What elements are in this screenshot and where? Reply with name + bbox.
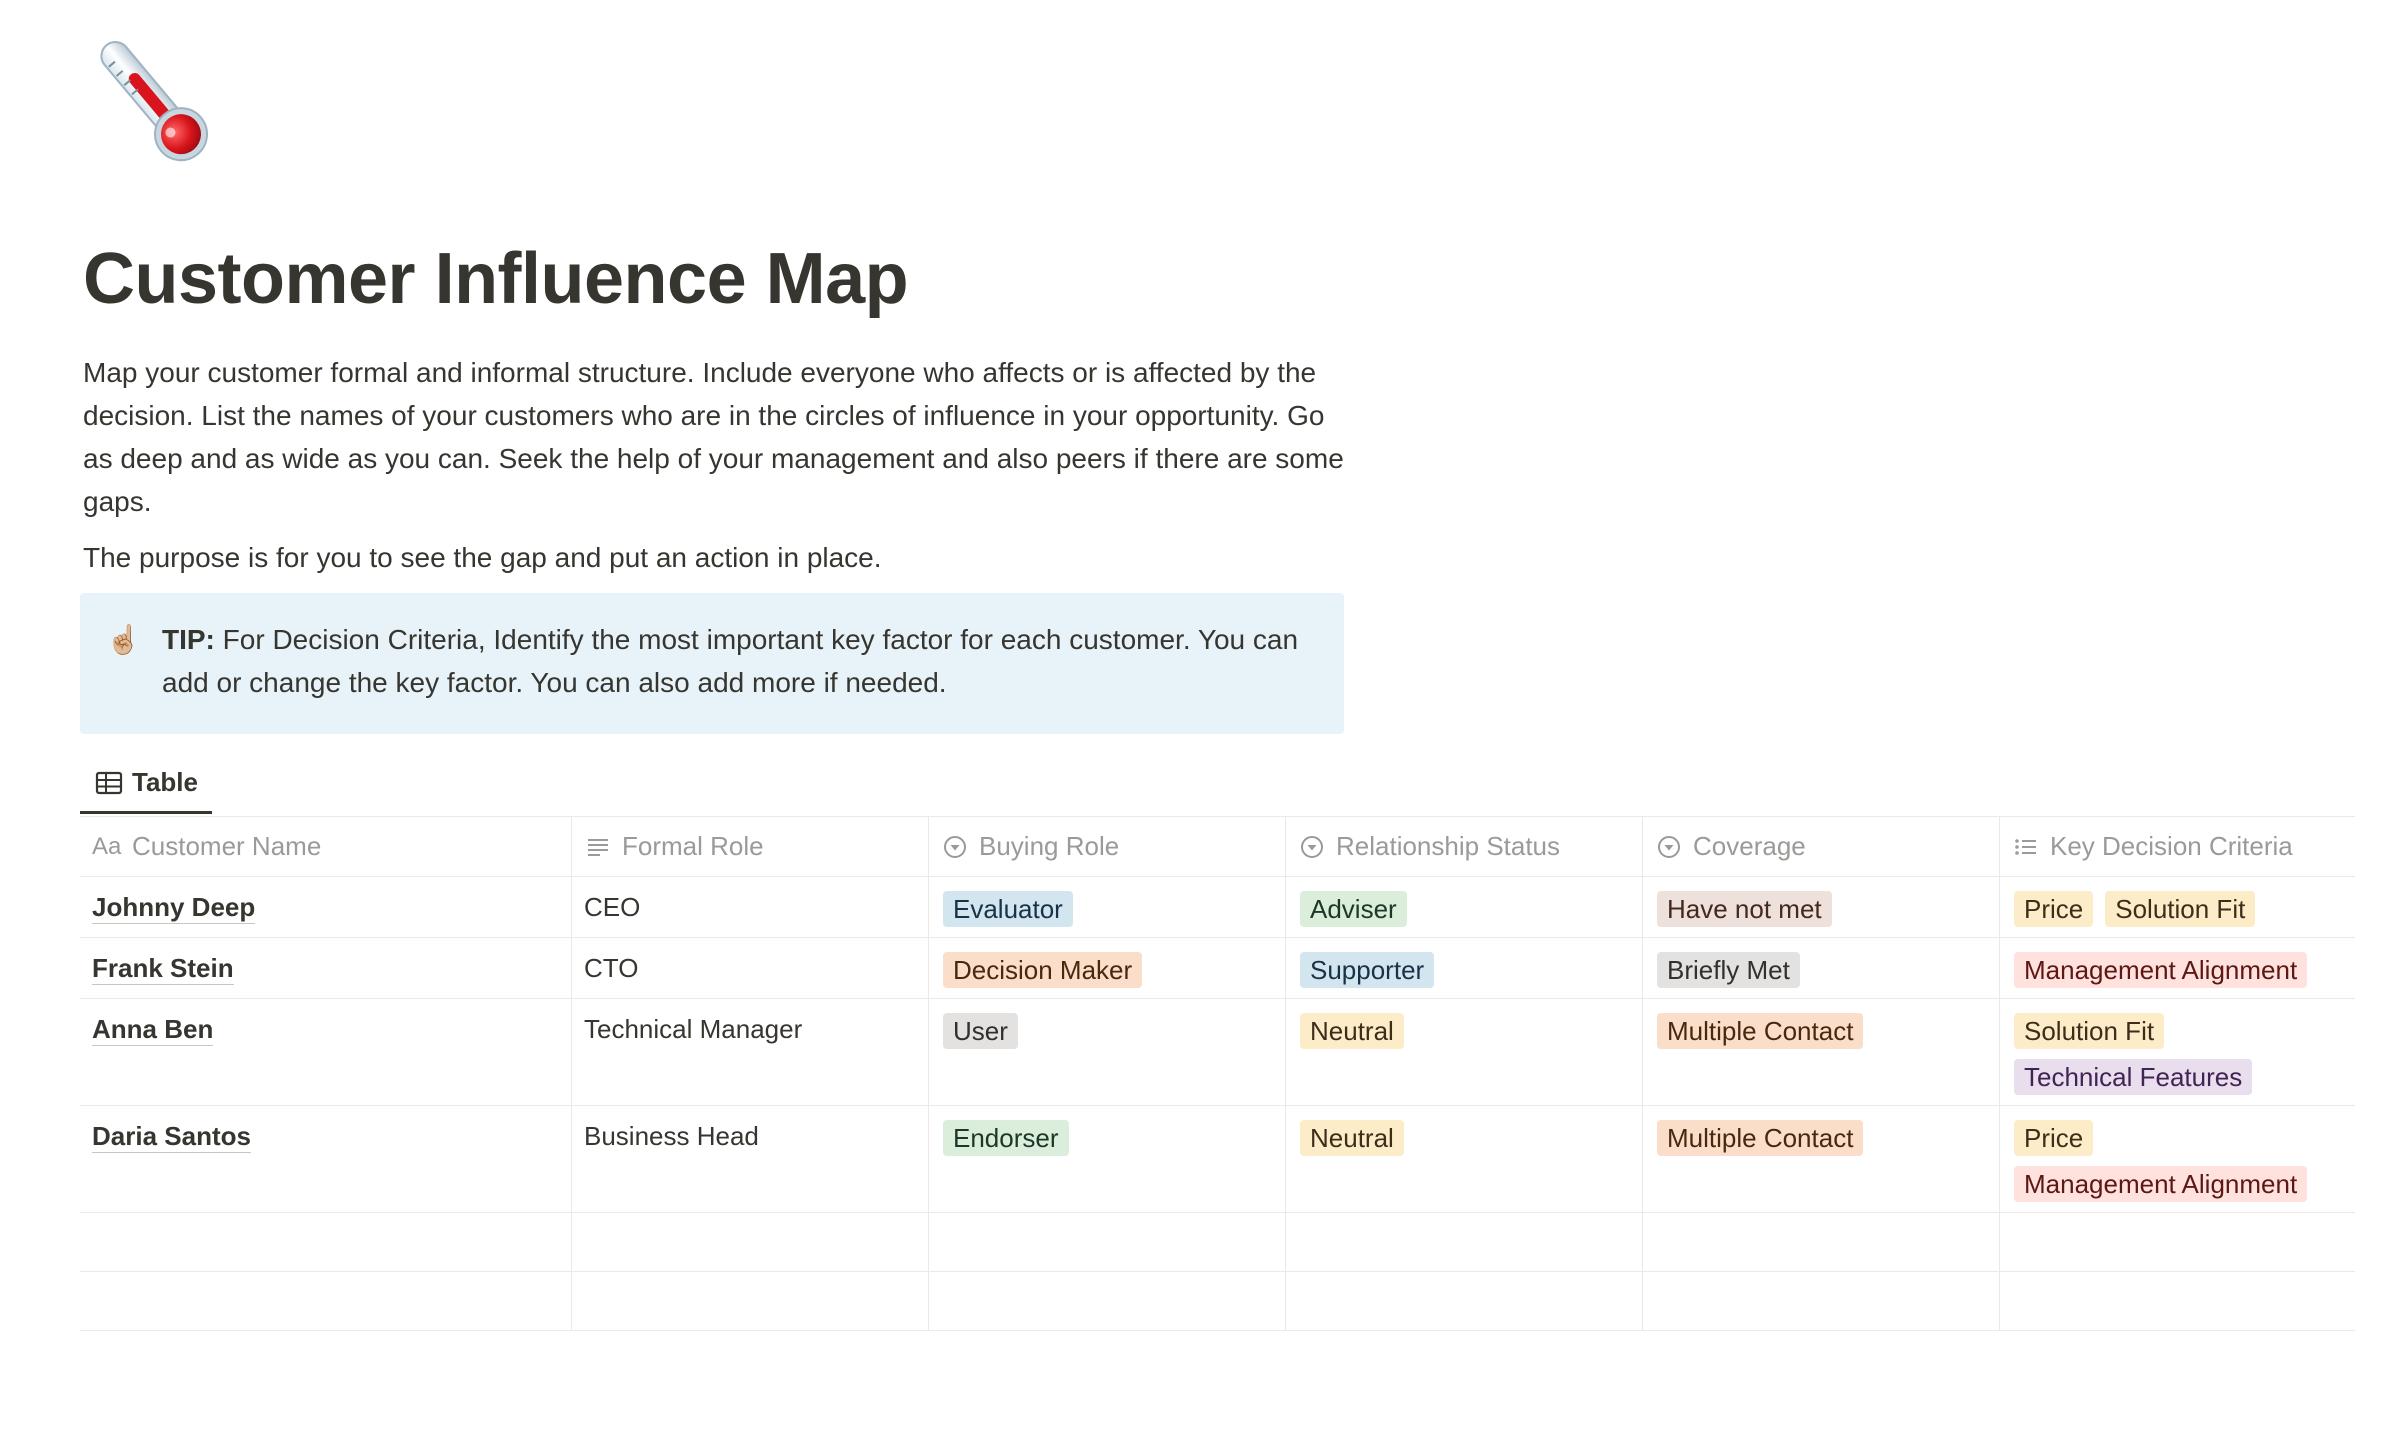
criteria-tag: Solution Fit — [2014, 1013, 2165, 1049]
column-header-label: Relationship Status — [1336, 831, 1561, 861]
customer-name[interactable]: Anna Ben — [92, 1014, 214, 1046]
select-icon — [1298, 833, 1326, 861]
criteria-tag: Technical Features — [2014, 1059, 2253, 1095]
criteria-tag: Management Alignment — [2014, 952, 2308, 988]
buying-role-tag: Evaluator — [943, 891, 1073, 927]
empty-cell[interactable] — [572, 1213, 929, 1271]
customer-name-cell[interactable]: Daria Santos — [80, 1106, 572, 1212]
customer-name[interactable]: Johnny Deep — [92, 892, 256, 924]
empty-cell[interactable] — [929, 1272, 1286, 1330]
relationship-status-cell[interactable]: Neutral — [1286, 999, 1643, 1105]
text-aa-icon: Aa — [92, 832, 122, 860]
tab-table-label: Table — [132, 767, 198, 797]
column-header-key-decision-criteria[interactable]: Key Decision Criteria — [2000, 817, 2355, 876]
page: Customer Influence Map Map your customer… — [0, 0, 2400, 1455]
relationship-status-tag: Adviser — [1300, 891, 1407, 927]
key-decision-criteria-cell[interactable]: Solution Fit Technical Features — [2000, 999, 2355, 1105]
formal-role-cell[interactable]: Technical Manager — [572, 999, 929, 1105]
table-row[interactable]: Anna Ben Technical Manager User Neutral … — [80, 999, 2355, 1106]
empty-cell[interactable] — [572, 1272, 929, 1330]
coverage-tag: Multiple Contact — [1657, 1120, 1864, 1156]
coverage-cell[interactable]: Multiple Contact — [1643, 1106, 2000, 1212]
empty-table-row[interactable] — [80, 1213, 2355, 1272]
lines-icon — [584, 833, 612, 861]
table-row[interactable]: Frank Stein CTO Decision Maker Supporter… — [80, 938, 2355, 999]
buying-role-tag: Endorser — [943, 1120, 1069, 1156]
column-header-formal-role[interactable]: Formal Role — [572, 817, 929, 876]
coverage-cell[interactable]: Multiple Contact — [1643, 999, 2000, 1105]
table-row[interactable]: Daria Santos Business Head Endorser Neut… — [80, 1106, 2355, 1213]
coverage-tag: Briefly Met — [1657, 952, 1800, 988]
customer-name-cell[interactable]: Anna Ben — [80, 999, 572, 1105]
view-tabs: Table — [80, 758, 2355, 814]
empty-cell[interactable] — [929, 1213, 1286, 1271]
empty-cell[interactable] — [2000, 1272, 2355, 1330]
empty-cell[interactable] — [1286, 1272, 1643, 1330]
page-title[interactable]: Customer Influence Map — [83, 238, 909, 320]
relationship-status-cell[interactable]: Neutral — [1286, 1106, 1643, 1212]
column-header-label: Formal Role — [622, 831, 764, 861]
empty-cell[interactable] — [1643, 1272, 2000, 1330]
relationship-status-tag: Neutral — [1300, 1120, 1404, 1156]
criteria-tag: Price — [2014, 891, 2094, 927]
criteria-tag: Solution Fit — [2105, 891, 2256, 927]
callout-text: TIP: For Decision Criteria, Identify the… — [162, 618, 1322, 704]
tip-callout: ☝🏼 TIP: For Decision Criteria, Identify … — [80, 593, 1344, 734]
relationship-status-cell[interactable]: Supporter — [1286, 938, 1643, 998]
column-header-label: Buying Role — [979, 831, 1120, 861]
column-header-buying-role[interactable]: Buying Role — [929, 817, 1286, 876]
coverage-tag: Have not met — [1657, 891, 1832, 927]
customer-name-cell[interactable]: Frank Stein — [80, 938, 572, 998]
callout-body: For Decision Criteria, Identify the most… — [162, 624, 1299, 698]
empty-cell[interactable] — [80, 1272, 572, 1330]
column-header-coverage[interactable]: Coverage — [1643, 817, 2000, 876]
key-decision-criteria-cell[interactable]: Price Management Alignment — [2000, 1106, 2355, 1212]
tab-table[interactable]: Table — [80, 758, 212, 814]
formal-role-cell[interactable]: Business Head — [572, 1106, 929, 1212]
formal-role-cell[interactable]: CEO — [572, 877, 929, 937]
relationship-status-tag: Neutral — [1300, 1013, 1404, 1049]
thermometer-icon[interactable] — [84, 32, 224, 172]
callout-label: TIP: — [162, 624, 215, 655]
empty-table-row[interactable] — [80, 1272, 2355, 1331]
customer-name-cell[interactable]: Johnny Deep — [80, 877, 572, 937]
select-icon — [1655, 833, 1683, 861]
formal-role-cell[interactable]: CTO — [572, 938, 929, 998]
buying-role-cell[interactable]: Decision Maker — [929, 938, 1286, 998]
table-row[interactable]: Johnny Deep CEO Evaluator Adviser Have n… — [80, 877, 2355, 938]
column-header-label: Key Decision Criteria — [2050, 831, 2293, 861]
empty-cell[interactable] — [1286, 1213, 1643, 1271]
empty-cell[interactable] — [80, 1213, 572, 1271]
page-purpose: The purpose is for you to see the gap an… — [83, 542, 882, 573]
table-icon — [94, 768, 124, 798]
buying-role-tag: User — [943, 1013, 1018, 1049]
relationship-status-tag: Supporter — [1300, 952, 1435, 988]
criteria-tag: Price — [2014, 1120, 2094, 1156]
relationship-status-cell[interactable]: Adviser — [1286, 877, 1643, 937]
buying-role-cell[interactable]: Endorser — [929, 1106, 1286, 1212]
coverage-cell[interactable]: Have not met — [1643, 877, 2000, 937]
coverage-tag: Multiple Contact — [1657, 1013, 1864, 1049]
criteria-tag: Management Alignment — [2014, 1166, 2308, 1202]
buying-role-tag: Decision Maker — [943, 952, 1143, 988]
column-header-label: Customer Name — [132, 831, 322, 861]
customer-name[interactable]: Frank Stein — [92, 953, 234, 985]
column-header-customer-name[interactable]: Aa Customer Name — [80, 817, 572, 876]
list-icon — [2012, 833, 2040, 861]
database-table: Aa Customer Name Formal Role Buying Role — [80, 816, 2355, 1331]
key-decision-criteria-cell[interactable]: Price Solution Fit — [2000, 877, 2355, 937]
column-header-label: Coverage — [1693, 831, 1806, 861]
empty-cell[interactable] — [1643, 1213, 2000, 1271]
customer-name[interactable]: Daria Santos — [92, 1121, 251, 1153]
select-icon — [941, 833, 969, 861]
empty-cell[interactable] — [2000, 1213, 2355, 1271]
buying-role-cell[interactable]: User — [929, 999, 1286, 1105]
table-header-row: Aa Customer Name Formal Role Buying Role — [80, 817, 2355, 877]
page-description: Map your customer formal and informal st… — [83, 357, 1344, 517]
column-header-relationship-status[interactable]: Relationship Status — [1286, 817, 1643, 876]
pointing-up-icon[interactable]: ☝🏼 — [106, 623, 141, 656]
buying-role-cell[interactable]: Evaluator — [929, 877, 1286, 937]
key-decision-criteria-cell[interactable]: Management Alignment — [2000, 938, 2355, 998]
coverage-cell[interactable]: Briefly Met — [1643, 938, 2000, 998]
